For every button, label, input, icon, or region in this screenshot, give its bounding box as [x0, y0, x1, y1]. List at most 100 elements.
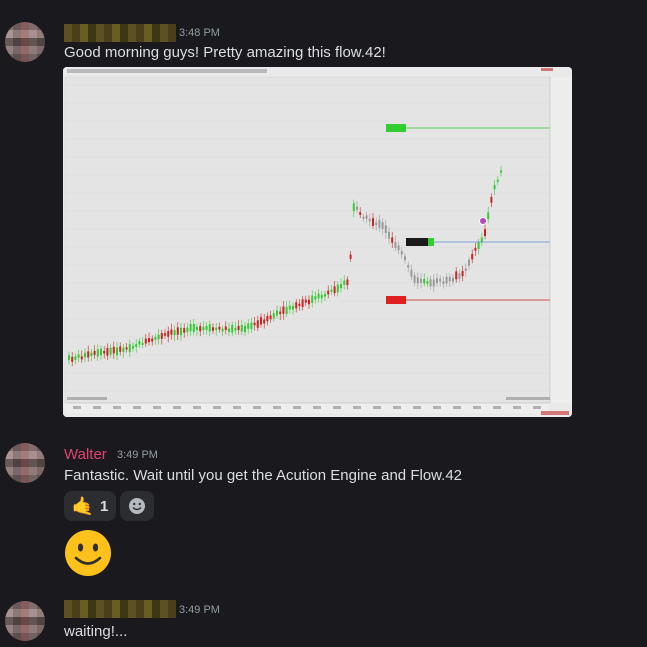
candle-body	[420, 278, 422, 283]
time-tick-label	[193, 406, 201, 409]
user-avatar[interactable]	[5, 601, 45, 641]
candle-body	[400, 250, 403, 255]
candle-body	[282, 306, 285, 314]
candle-body	[336, 284, 339, 293]
candle-body	[493, 184, 496, 190]
candle-body	[455, 271, 458, 280]
price-chart	[63, 67, 572, 417]
candle-body	[384, 225, 387, 233]
candle-body	[170, 329, 173, 335]
candle-body	[80, 356, 83, 360]
message-text: Fantastic. Wait until you get the Acutio…	[64, 467, 463, 484]
candle-body	[333, 286, 336, 294]
time-tick-label	[113, 406, 121, 409]
candle-body	[116, 347, 118, 356]
candle-body	[320, 294, 323, 299]
candle-body	[304, 299, 307, 303]
entry-qty-tag	[428, 238, 434, 246]
candle-body	[157, 334, 160, 340]
candle-body	[346, 279, 349, 286]
add-reaction-button[interactable]	[120, 491, 154, 521]
candle-body	[192, 323, 195, 332]
candle-body	[212, 327, 214, 331]
candle-body	[298, 303, 301, 307]
candle-body	[388, 231, 390, 239]
username-walter[interactable]: Walter	[64, 446, 107, 463]
candle-body	[183, 328, 186, 333]
time-tick-label	[133, 406, 141, 409]
candle-body	[103, 351, 106, 354]
message-timestamp: 3:49 PM	[179, 604, 220, 616]
message-timestamp: 3:49 PM	[117, 449, 158, 461]
candle-body	[477, 242, 480, 249]
time-tick-label	[153, 406, 161, 409]
candle-body	[199, 326, 202, 332]
candle-body	[109, 347, 112, 355]
add-reaction-icon	[129, 498, 145, 514]
candle-body	[96, 349, 99, 357]
candle-body	[202, 326, 205, 331]
candle-body	[394, 241, 397, 249]
time-tick-label	[73, 406, 81, 409]
username-redacted[interactable]	[64, 24, 176, 42]
candle-body	[196, 326, 198, 331]
candle-body	[452, 277, 454, 282]
candle-body	[436, 278, 438, 284]
candle-body	[468, 259, 470, 266]
candle-body	[352, 203, 355, 212]
username-redacted[interactable]	[64, 600, 176, 618]
candle-body	[471, 253, 474, 260]
candle-body	[464, 268, 467, 271]
candle-body	[432, 279, 435, 287]
candle-body	[148, 337, 150, 343]
candle-body	[237, 325, 240, 331]
candle-body	[260, 317, 262, 325]
candle-body	[160, 333, 163, 339]
candle-body	[87, 351, 90, 358]
candle-body	[173, 330, 176, 336]
candle-body	[397, 245, 400, 251]
candle-body	[487, 212, 490, 220]
candle-body	[112, 346, 115, 354]
candle-body	[378, 219, 381, 228]
candle-body	[138, 341, 141, 345]
time-tick-label	[233, 406, 241, 409]
time-tick-label	[453, 406, 461, 409]
smiley-emoji-icon	[65, 530, 111, 576]
user-avatar[interactable]	[5, 443, 45, 483]
candle-body	[442, 281, 445, 284]
candle-body	[317, 293, 320, 299]
reaction-count: 1	[100, 497, 109, 515]
candle-body	[423, 278, 426, 284]
time-tick-label	[513, 406, 521, 409]
candle-body	[343, 280, 346, 285]
candle-body	[240, 324, 243, 332]
user-avatar[interactable]	[5, 22, 45, 62]
candle-body	[231, 324, 234, 333]
time-tick-label	[473, 406, 481, 409]
time-tick-label	[333, 406, 341, 409]
candle-body	[496, 179, 499, 182]
candle-body	[266, 315, 269, 322]
candle-body	[288, 305, 291, 310]
candle-body	[144, 338, 147, 344]
chart-image-attachment[interactable]	[63, 67, 572, 417]
candle-body	[244, 325, 246, 333]
reaction-call-me-hand[interactable]: 🤙 1	[64, 491, 116, 521]
candle-body	[308, 299, 310, 305]
candle-body	[362, 216, 365, 219]
candle-body	[439, 278, 442, 282]
candle-body	[349, 254, 352, 259]
candle-body	[247, 323, 250, 329]
time-tick-label	[533, 406, 541, 409]
candle-body	[416, 277, 419, 284]
candle-body	[234, 327, 237, 331]
candle-body	[391, 237, 394, 243]
candle-body	[106, 347, 109, 356]
candle-body	[324, 293, 326, 297]
candle-body	[276, 310, 278, 316]
candle-body	[125, 347, 128, 350]
candle-body	[205, 325, 208, 331]
message-text: waiting!...	[64, 623, 128, 640]
candle-body	[368, 218, 371, 222]
